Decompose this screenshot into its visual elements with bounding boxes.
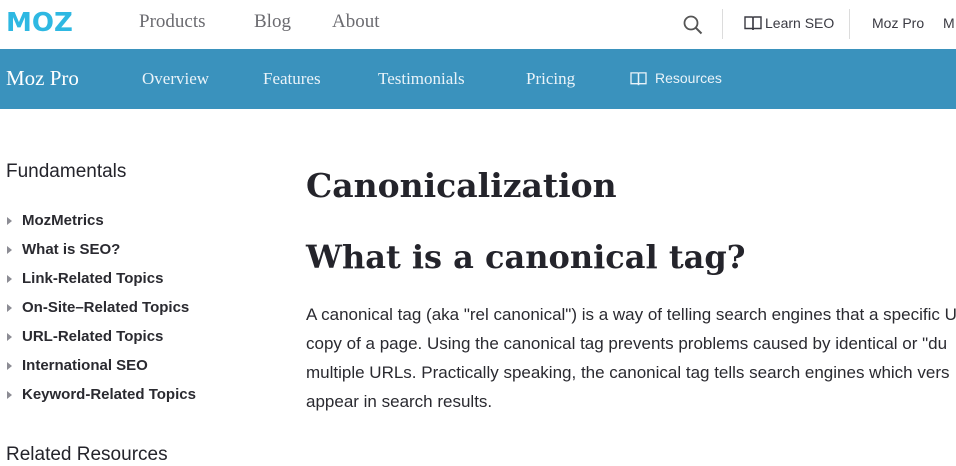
caret-right-icon xyxy=(7,274,12,283)
subnav-pricing[interactable]: Pricing xyxy=(526,69,575,89)
book-icon xyxy=(630,71,647,85)
sidebar-item-mozmetrics[interactable]: MozMetrics xyxy=(6,206,196,235)
sidebar-item-label: International SEO xyxy=(22,357,148,374)
nav-about[interactable]: About xyxy=(332,11,380,33)
caret-right-icon xyxy=(7,332,12,341)
book-icon xyxy=(744,16,762,31)
search-icon[interactable] xyxy=(682,14,704,36)
sidebar-heading: Fundamentals xyxy=(6,161,127,182)
sidebar-item-link-related[interactable]: Link-Related Topics xyxy=(6,264,196,293)
subnav-title[interactable]: Moz Pro xyxy=(6,66,79,91)
section-heading: What is a canonical tag? xyxy=(306,238,746,276)
nav-cut-item[interactable]: M xyxy=(943,15,955,31)
divider xyxy=(849,9,850,39)
sidebar-item-label: Link-Related Topics xyxy=(22,270,164,287)
sidebar-list: MozMetrics What is SEO? Link-Related Top… xyxy=(6,206,196,409)
nav-moz-pro[interactable]: Moz Pro xyxy=(872,15,924,31)
sidebar-item-label: On-Site–Related Topics xyxy=(22,299,190,316)
paragraph-line: copy of a page. Using the canonical tag … xyxy=(306,334,948,353)
sidebar-item-label: URL-Related Topics xyxy=(22,328,164,345)
sidebar-item-url-related[interactable]: URL-Related Topics xyxy=(6,322,196,351)
sidebar-item-on-site-related[interactable]: On-Site–Related Topics xyxy=(6,293,196,322)
caret-right-icon xyxy=(7,361,12,370)
caret-right-icon xyxy=(7,390,12,399)
learn-seo-link[interactable]: Learn SEO xyxy=(744,15,834,31)
divider xyxy=(722,9,723,39)
caret-right-icon xyxy=(7,245,12,254)
subnav-resources[interactable]: Resources xyxy=(630,70,722,86)
caret-right-icon xyxy=(7,303,12,312)
sidebar-item-international-seo[interactable]: International SEO xyxy=(6,351,196,380)
top-navbar: MOZ Products Blog About Learn SEO Moz Pr… xyxy=(0,0,956,49)
svg-text:MOZ: MOZ xyxy=(6,9,73,33)
sidebar-item-label: Keyword-Related Topics xyxy=(22,386,196,403)
nav-blog[interactable]: Blog xyxy=(254,11,291,33)
subnav-overview[interactable]: Overview xyxy=(142,69,209,89)
product-subnav: Moz Pro Overview Features Testimonials P… xyxy=(0,49,956,109)
sidebar-item-keyword-related[interactable]: Keyword-Related Topics xyxy=(6,380,196,409)
paragraph-line: appear in search results. xyxy=(306,392,493,411)
sidebar-item-what-is-seo[interactable]: What is SEO? xyxy=(6,235,196,264)
sidebar-item-label: What is SEO? xyxy=(22,241,121,258)
subnav-features[interactable]: Features xyxy=(263,69,321,89)
caret-right-icon xyxy=(7,216,12,225)
resources-label: Resources xyxy=(655,70,722,86)
learn-seo-label: Learn SEO xyxy=(765,15,835,31)
paragraph-line: multiple URLs. Practically speaking, the… xyxy=(306,363,950,382)
nav-products[interactable]: Products xyxy=(139,11,206,33)
subnav-testimonials[interactable]: Testimonials xyxy=(378,69,465,89)
sidebar-item-label: MozMetrics xyxy=(22,212,104,229)
page-title: Canonicalization xyxy=(306,166,617,205)
paragraph-line: A canonical tag (aka "rel canonical") is… xyxy=(306,305,956,324)
sidebar-related-heading: Related Resources xyxy=(6,444,168,465)
moz-logo[interactable]: MOZ xyxy=(6,9,90,33)
intro-paragraph: A canonical tag (aka "rel canonical") is… xyxy=(306,300,956,416)
